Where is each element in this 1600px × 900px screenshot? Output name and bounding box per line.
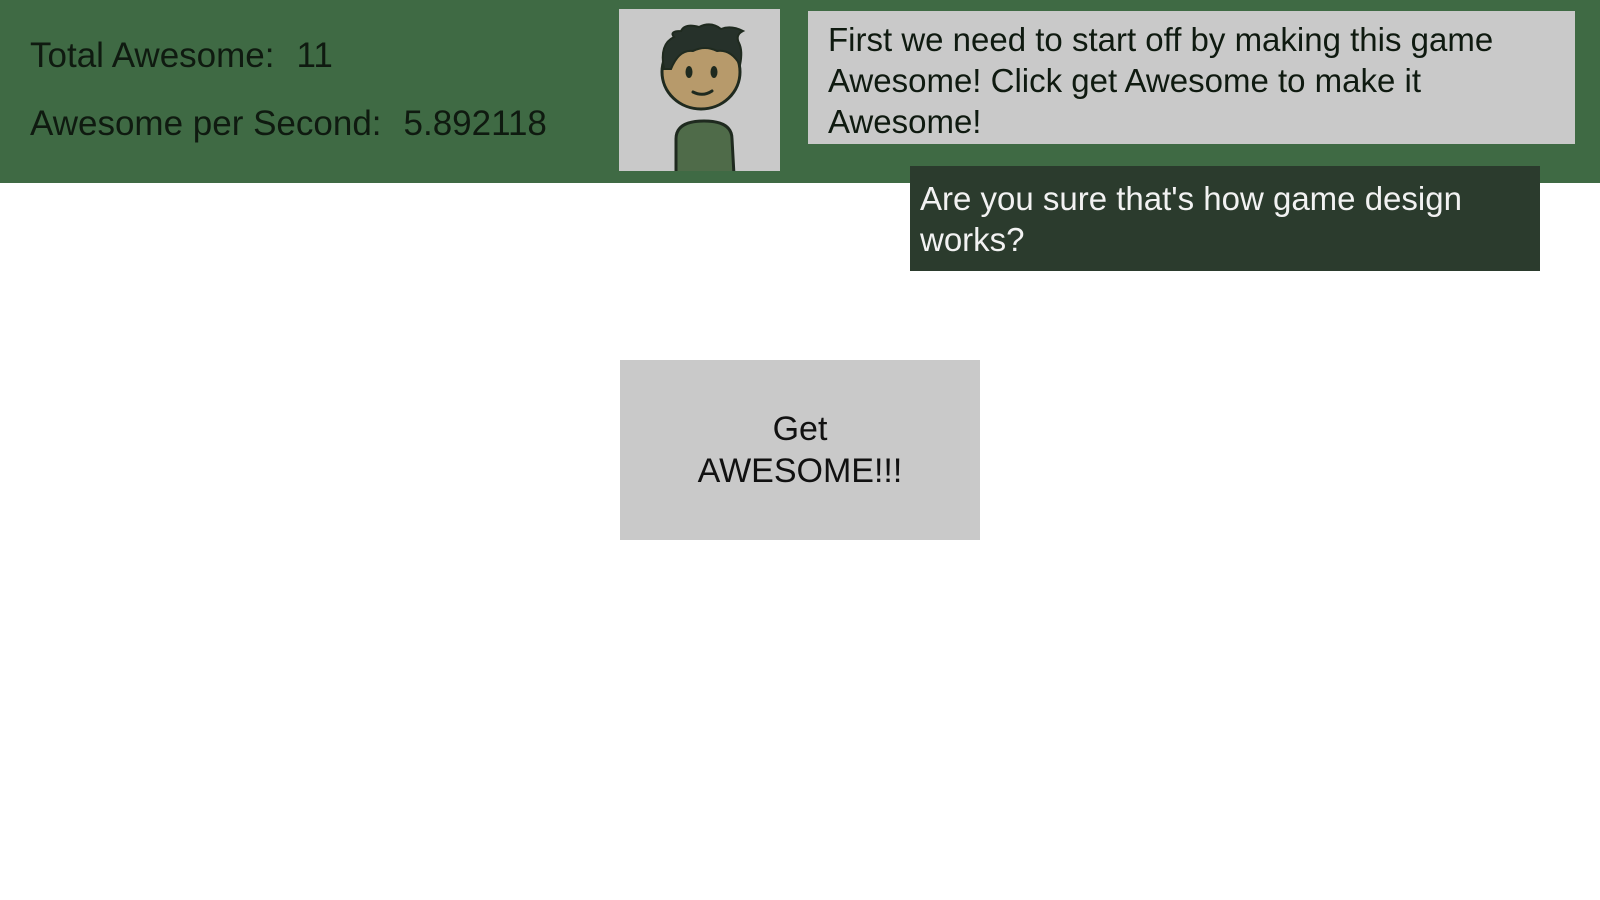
get-awesome-button-label: Get AWESOME!!! bbox=[697, 410, 903, 490]
character-portrait-icon bbox=[660, 23, 746, 171]
total-awesome-label: Total Awesome: bbox=[30, 36, 275, 75]
narrator-dialog-text: First we need to start off by making thi… bbox=[828, 21, 1494, 140]
awesome-per-second-stat: Awesome per Second: 5.892118 bbox=[30, 104, 547, 144]
awesome-per-second-label: Awesome per Second: bbox=[30, 104, 382, 143]
get-awesome-button[interactable]: Get AWESOME!!! bbox=[620, 360, 980, 540]
awesome-per-second-value: 5.892118 bbox=[403, 104, 547, 143]
total-awesome-stat: Total Awesome: 11 bbox=[30, 36, 333, 76]
top-status-bar: Total Awesome: 11 Awesome per Second: 5.89… bbox=[0, 0, 1600, 183]
game-screen: Total Awesome: 11 Awesome per Second: 5.89… bbox=[0, 0, 1600, 900]
reply-dialog-box: Are you sure that's how game design work… bbox=[910, 166, 1540, 271]
reply-dialog-text: Are you sure that's how game design work… bbox=[920, 180, 1462, 258]
narrator-dialog-box: First we need to start off by making thi… bbox=[808, 11, 1575, 144]
character-portrait bbox=[619, 9, 780, 171]
total-awesome-value: 11 bbox=[296, 36, 333, 75]
